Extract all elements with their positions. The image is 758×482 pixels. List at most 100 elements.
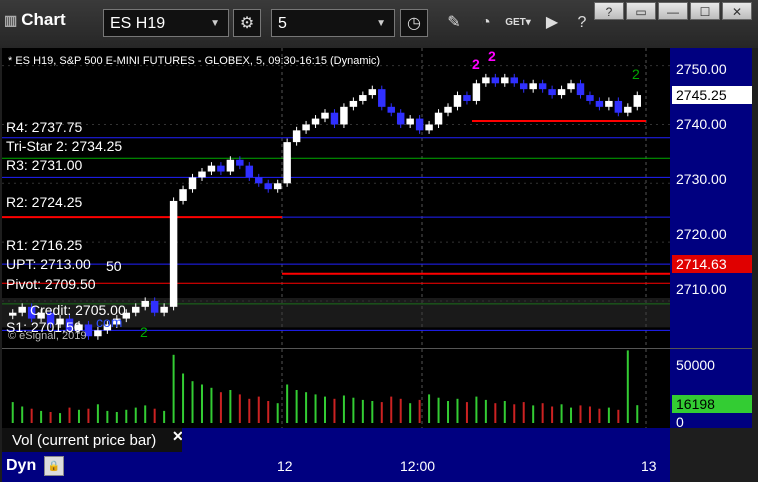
volume-bar-19 xyxy=(191,381,194,423)
chart-subtitle: * ES H19, S&P 500 E-MINI FUTURES - GLOBE… xyxy=(8,55,381,67)
volume-bar-25 xyxy=(248,398,251,423)
volume-bar-23 xyxy=(229,390,232,423)
volume-bar-56 xyxy=(541,403,544,423)
volume-bar-39 xyxy=(380,402,383,423)
level-tristar2: Tri-Star 2: 2734.25 xyxy=(6,138,123,154)
minimize-window-button[interactable]: — xyxy=(658,2,688,20)
volume-bar-24 xyxy=(238,394,241,423)
volume-bar-18 xyxy=(182,373,185,423)
volume-bar-5 xyxy=(59,413,62,423)
candle-body-26 xyxy=(255,177,263,184)
time-axis xyxy=(2,452,670,482)
chevron-down-icon[interactable]: ▼ xyxy=(210,10,220,38)
interval-value: 5 xyxy=(278,15,287,32)
title-bar: ▥ Chart ES H19 ▼ ⚙ 5 ▼ ◷ ✎ ◔ GET▾ ▶ ? ? ▭ —… xyxy=(0,0,758,48)
volume-bar-17 xyxy=(172,354,175,423)
volume-bar-32 xyxy=(314,394,317,423)
candle-body-30 xyxy=(292,130,301,143)
candle-body-65 xyxy=(624,106,632,113)
candle-body-16 xyxy=(160,306,168,313)
annotation-green-2: 2 xyxy=(140,324,148,340)
symbol-combo[interactable]: ES H19 ▼ xyxy=(103,9,229,37)
candle-body-45 xyxy=(434,112,443,125)
volume-bar-6 xyxy=(68,407,71,423)
indicator-icon[interactable]: ◔ xyxy=(472,9,500,37)
candle-body-24 xyxy=(236,159,244,166)
close-window-button[interactable]: ✕ xyxy=(722,2,752,20)
volume-bar-14 xyxy=(144,405,147,423)
candle-body-21 xyxy=(207,165,216,172)
y-tick-2750: 2750.00 xyxy=(676,61,727,77)
volume-bar-60 xyxy=(579,405,582,423)
candle-body-23 xyxy=(226,159,235,172)
volume-bar-9 xyxy=(96,404,99,423)
candle-body-58 xyxy=(557,89,566,96)
candle-body-19 xyxy=(188,177,197,190)
level-pivot: Pivot: 2709.50 xyxy=(6,276,96,292)
gear-icon[interactable]: ⚙ xyxy=(233,9,261,37)
candle-body-17 xyxy=(169,200,178,307)
candle-body-22 xyxy=(217,165,225,172)
volume-legend-panel[interactable]: Vol (current price bar) ✕ xyxy=(2,428,184,452)
candle-body-48 xyxy=(463,95,471,101)
candle-body-60 xyxy=(576,83,585,96)
volume-bar-62 xyxy=(598,408,601,423)
maximize-window-button[interactable]: ☐ xyxy=(690,2,720,20)
candle-body-47 xyxy=(453,95,462,107)
volume-bar-65 xyxy=(626,350,629,423)
volume-bar-59 xyxy=(570,407,573,423)
volume-bar-30 xyxy=(295,390,298,423)
candle-body-34 xyxy=(330,112,339,125)
volume-bar-42 xyxy=(409,403,412,423)
volume-bar-43 xyxy=(418,399,421,423)
help-icon[interactable]: ? xyxy=(568,9,596,37)
x-tick-13: 13 xyxy=(641,458,657,474)
app-title: ▥ Chart xyxy=(4,10,66,29)
volume-bar-27 xyxy=(267,401,270,423)
candle-body-59 xyxy=(567,83,575,90)
volume-bar-28 xyxy=(276,403,279,423)
pencil-icon[interactable]: ✎ xyxy=(440,9,468,37)
volume-bar-10 xyxy=(106,410,109,423)
volume-bar-20 xyxy=(200,384,203,423)
volume-bar-64 xyxy=(617,409,620,423)
restore-window-button[interactable]: ▭ xyxy=(626,2,656,20)
volume-bar-34 xyxy=(333,398,336,423)
volume-bar-8 xyxy=(87,408,90,423)
level-s1: S1: 2701.50 xyxy=(6,319,82,335)
annotation-green: 2 xyxy=(632,66,640,82)
volume-bar-53 xyxy=(513,404,516,423)
clock-icon[interactable]: ◷ xyxy=(400,9,428,37)
volume-bar-16 xyxy=(163,410,166,423)
volume-bar-2 xyxy=(30,408,33,423)
volume-chart-area[interactable] xyxy=(2,348,670,429)
annotation-magenta: 2 xyxy=(472,56,480,72)
dynamic-label[interactable]: Dyn xyxy=(6,457,36,475)
chevron-down-icon[interactable]: ▼ xyxy=(376,10,386,38)
level-upt: UPT: 2713.00 xyxy=(6,256,91,272)
interval-combo[interactable]: 5 ▼ xyxy=(271,9,395,37)
volume-bar-33 xyxy=(324,396,326,423)
y-tick-2710: 2710.00 xyxy=(676,281,727,297)
volume-bar-50 xyxy=(484,399,487,423)
volume-bar-57 xyxy=(551,406,554,423)
volume-bar-51 xyxy=(494,403,497,423)
volume-bar-66 xyxy=(636,405,639,423)
candle-body-29 xyxy=(283,142,291,184)
level-r1: R1: 2716.25 xyxy=(6,237,83,253)
get-icon[interactable]: GET▾ xyxy=(504,9,532,37)
y-tick-2740: 2740.00 xyxy=(676,116,727,132)
volume-bar-63 xyxy=(607,407,610,423)
volume-bar-49 xyxy=(475,396,478,423)
volume-bar-4 xyxy=(49,412,52,423)
level-r2: R2: 2724.25 xyxy=(6,194,83,210)
candle-body-54 xyxy=(519,83,528,90)
help-window-button[interactable]: ? xyxy=(594,2,624,20)
lock-icon[interactable]: 🔒 xyxy=(44,456,64,476)
candle-body-38 xyxy=(368,89,377,96)
candle-body-53 xyxy=(510,77,518,84)
play-icon[interactable]: ▶ xyxy=(538,9,566,37)
candle-body-51 xyxy=(491,77,500,84)
annotation-magenta-2: 2 xyxy=(488,48,496,64)
volume-current-tag: 16198 xyxy=(672,395,752,413)
